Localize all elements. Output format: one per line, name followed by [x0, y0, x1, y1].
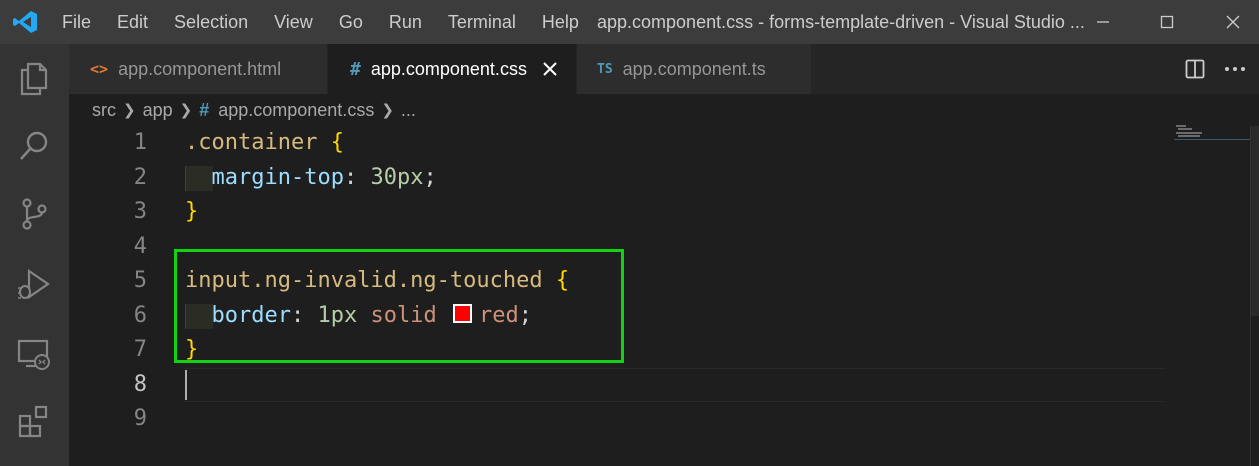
breadcrumb-app[interactable]: app — [143, 100, 173, 121]
menu-terminal[interactable]: Terminal — [435, 0, 529, 44]
close-tab-icon[interactable] — [540, 59, 560, 79]
tab-app-component-ts[interactable]: TS app.component.ts — [577, 44, 811, 94]
line-number: 7 — [133, 337, 147, 362]
run-debug-icon[interactable] — [14, 264, 54, 304]
semicolon: ; — [423, 164, 437, 190]
minimize-icon — [1097, 21, 1109, 23]
annotation-highlight-box — [174, 249, 624, 363]
line-number: 5 — [133, 268, 147, 293]
code-editor[interactable]: 1 .container { 2 margin-top: 30px; 3 } 4… — [69, 126, 1259, 466]
code-line[interactable]: 1 .container { — [69, 126, 1169, 161]
window-title: app.component.css - forms-template-drive… — [597, 12, 1085, 32]
breadcrumb-more[interactable]: ... — [401, 100, 416, 121]
split-editor-icon[interactable] — [1185, 59, 1205, 79]
tab-app-component-css[interactable]: # app.component.css — [328, 44, 576, 94]
html-file-icon: <> — [90, 60, 109, 78]
code-text: } — [185, 195, 198, 230]
colon: : — [343, 164, 358, 190]
more-actions-icon[interactable] — [1223, 59, 1247, 79]
line-number: 1 — [133, 130, 147, 155]
extensions-icon[interactable] — [14, 402, 54, 442]
chevron-right-icon: ❯ — [381, 101, 394, 119]
menu-go[interactable]: Go — [326, 0, 376, 44]
line-number: 6 — [133, 302, 147, 328]
tab-label: app.component.html — [118, 58, 282, 79]
tab-label: app.component.css — [370, 58, 527, 79]
menu-selection[interactable]: Selection — [161, 0, 261, 44]
close-window-button[interactable] — [1210, 0, 1256, 44]
close-brace: } — [185, 199, 199, 224]
code-line-active[interactable]: 8 — [69, 368, 1169, 403]
text-cursor — [185, 370, 187, 400]
breadcrumb-file[interactable]: app.component.css — [218, 100, 374, 121]
search-icon[interactable] — [14, 126, 54, 166]
breadcrumb: src ❯ app ❯ # app.component.css ❯ ... — [92, 94, 416, 126]
menu-help[interactable]: Help — [529, 0, 592, 44]
menu-edit[interactable]: Edit — [104, 0, 161, 44]
explorer-files-icon[interactable] — [14, 58, 54, 98]
minimap[interactable] — [1174, 125, 1250, 145]
css-value-number: 30px — [370, 164, 424, 190]
vscode-logo-icon — [13, 11, 37, 33]
chevron-right-icon: ❯ — [123, 101, 136, 119]
open-brace: { — [330, 130, 344, 155]
activity-bar — [0, 44, 69, 466]
editor-tab-bar: <> app.component.html # app.component.cs… — [69, 44, 1259, 94]
line-number: 4 — [133, 233, 147, 259]
css-file-icon: # — [350, 58, 361, 80]
close-icon — [1226, 15, 1240, 29]
remote-explorer-icon[interactable] — [14, 334, 54, 374]
menu-bar: File Edit Selection View Go Run Terminal… — [49, 0, 592, 44]
code-line[interactable]: 9 — [69, 402, 1169, 437]
chevron-right-icon: ❯ — [179, 101, 193, 119]
menu-view[interactable]: View — [261, 0, 326, 44]
tab-app-component-html[interactable]: <> app.component.html — [69, 44, 327, 94]
code-text: .container { — [185, 126, 344, 161]
menu-file[interactable]: File — [49, 0, 104, 44]
title-bar: File Edit Selection View Go Run Terminal… — [0, 0, 1259, 44]
maximize-button[interactable] — [1144, 0, 1190, 44]
code-text: margin-top: 30px; — [185, 161, 437, 196]
line-number: 9 — [133, 406, 147, 431]
minimize-button[interactable] — [1080, 0, 1126, 44]
css-selector: .container — [185, 130, 318, 155]
code-line[interactable]: 3 } — [69, 195, 1169, 230]
breadcrumb-src[interactable]: src — [92, 100, 116, 121]
menu-run[interactable]: Run — [376, 0, 435, 44]
line-number: 2 — [133, 164, 147, 190]
source-control-icon[interactable] — [14, 194, 54, 234]
line-number: 3 — [133, 199, 147, 224]
scrollbar-thumb[interactable] — [1251, 126, 1259, 316]
maximize-icon — [1160, 15, 1174, 29]
ts-file-icon: TS — [597, 61, 613, 77]
css-file-icon: # — [199, 99, 210, 120]
code-line[interactable]: 2 margin-top: 30px; — [69, 161, 1169, 196]
line-number: 8 — [133, 371, 147, 397]
css-property: margin-top — [211, 164, 344, 190]
tab-label: app.component.ts — [622, 58, 766, 79]
